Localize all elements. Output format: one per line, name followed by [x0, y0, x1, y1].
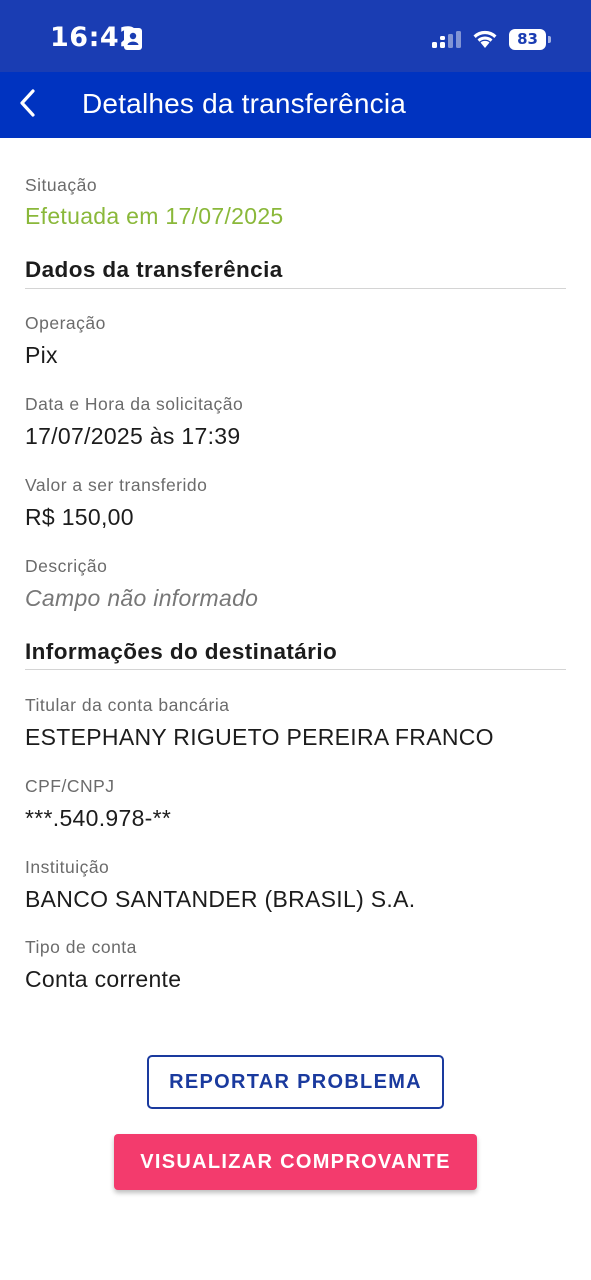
recipient-section-divider — [25, 669, 566, 670]
description-value: Campo não informado — [25, 585, 259, 611]
operation-label: Operação — [25, 313, 106, 333]
description-label: Descrição — [25, 556, 108, 576]
wifi-icon — [471, 27, 499, 54]
signal-icon — [432, 31, 462, 54]
amount-value: R$ 150,00 — [25, 504, 134, 530]
amount-label: Valor a ser transferido — [25, 475, 208, 495]
account-holder-label: Titular da conta bancária — [25, 695, 230, 715]
request-datetime-value: 17/07/2025 às 17:39 — [25, 423, 241, 449]
account-holder-value: ESTEPHANY RIGUETO PEREIRA FRANCO — [25, 724, 494, 750]
status-bar: 16:42 83 — [0, 0, 591, 72]
battery-level: 83 — [509, 29, 546, 50]
cpf-cnpj-value: ***.540.978-** — [25, 805, 172, 831]
institution-label: Instituição — [25, 857, 110, 877]
account-type-value: Conta corrente — [25, 966, 182, 992]
page-title: Detalhes da transferência — [82, 88, 407, 119]
operation-value: Pix — [25, 342, 58, 368]
institution-value: BANCO SANTANDER (BRASIL) S.A. — [25, 886, 416, 912]
app-bar: Detalhes da transferência — [0, 72, 591, 138]
status-label: Situação — [25, 175, 98, 195]
chevron-left-icon — [17, 88, 39, 123]
view-receipt-button[interactable]: VISUALIZAR COMPROVANTE — [114, 1134, 477, 1190]
account-type-label: Tipo de conta — [25, 937, 137, 957]
request-datetime-label: Data e Hora da solicitação — [25, 394, 244, 414]
cpf-cnpj-label: CPF/CNPJ — [25, 776, 115, 796]
transfer-section-title: Dados da transferência — [25, 257, 283, 282]
back-button[interactable] — [6, 82, 50, 128]
battery-icon: 83 — [509, 29, 551, 50]
status-value: Efetuada em 17/07/2025 — [25, 203, 284, 229]
report-problem-button[interactable]: REPORTAR PROBLEMA — [147, 1055, 444, 1109]
transfer-section-divider — [25, 288, 566, 289]
recipient-section-title: Informações do destinatário — [25, 639, 338, 664]
contact-badge-icon — [124, 28, 142, 50]
